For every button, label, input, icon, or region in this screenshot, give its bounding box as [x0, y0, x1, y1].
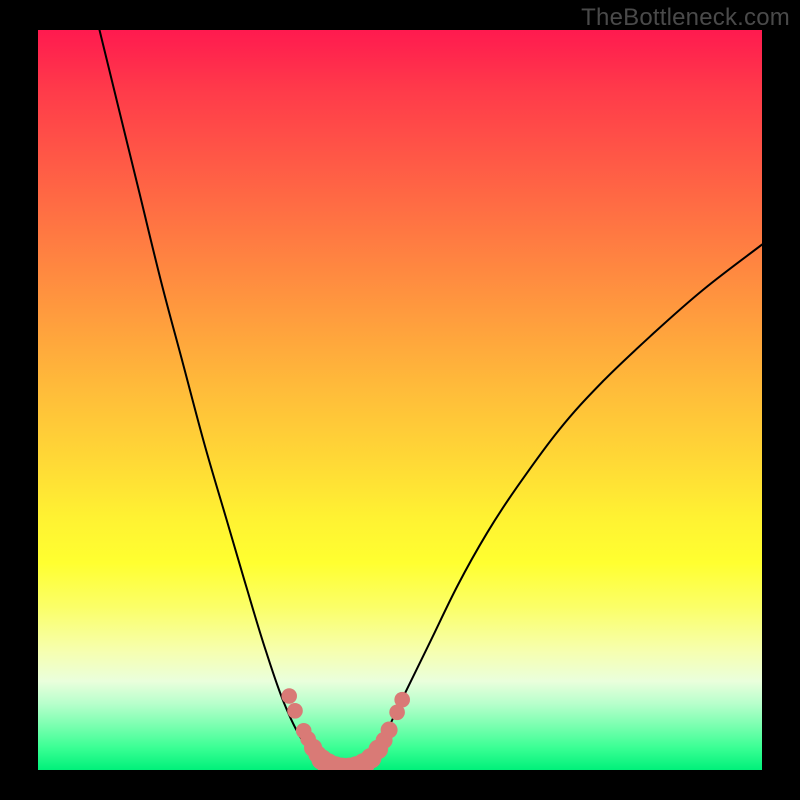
plot-area — [38, 30, 762, 770]
curve-marker — [381, 722, 398, 739]
curve-marker — [287, 703, 303, 719]
curve-marker — [281, 688, 297, 704]
bottleneck-curve — [38, 30, 762, 770]
curve-markers — [281, 688, 410, 770]
curve-line — [100, 30, 763, 770]
watermark-text: TheBottleneck.com — [581, 4, 790, 32]
chart-frame: TheBottleneck.com — [0, 0, 800, 800]
curve-marker — [394, 692, 410, 708]
